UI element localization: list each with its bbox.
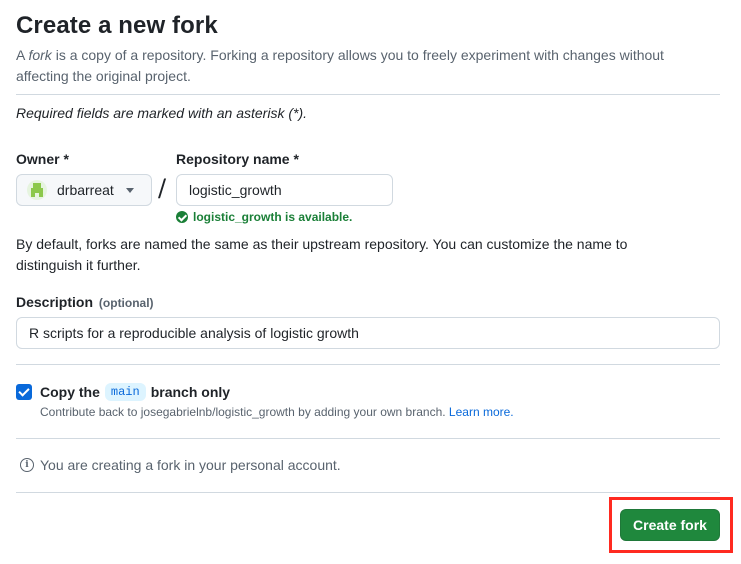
check-circle-icon xyxy=(176,211,188,223)
create-fork-button[interactable]: Create fork xyxy=(620,509,720,541)
divider xyxy=(16,94,720,95)
caret-down-icon xyxy=(125,187,134,193)
required-fields-note: Required fields are marked with an aster… xyxy=(16,105,308,121)
repository-name-label: Repository name * xyxy=(176,151,299,167)
intro-text-pre: A xyxy=(16,47,29,63)
fork-description: A fork is a copy of a repository. Forkin… xyxy=(16,45,716,87)
copy-branch-subtext-body: Contribute back to josegabrielnb/logisti… xyxy=(40,405,446,419)
branch-name-badge: main xyxy=(104,383,146,401)
info-icon: i xyxy=(20,458,34,472)
owner-repo-separator: / xyxy=(158,174,167,202)
learn-more-link[interactable]: Learn more. xyxy=(449,405,514,419)
description-label-text: Description xyxy=(16,294,94,310)
owner-name: drbarreat xyxy=(57,182,114,198)
copy-main-branch-checkbox[interactable] xyxy=(16,384,32,400)
repository-name-input[interactable] xyxy=(176,174,393,206)
description-input[interactable] xyxy=(16,317,720,349)
optional-tag: (optional) xyxy=(98,296,154,310)
copy-label-pre: Copy the xyxy=(40,384,100,400)
info-text: You are creating a fork in your personal… xyxy=(40,457,341,473)
availability-status: logistic_growth is available. xyxy=(176,210,352,224)
divider xyxy=(16,492,720,493)
description-label: Description (optional) xyxy=(16,294,154,310)
copy-label-post: branch only xyxy=(150,384,231,400)
copy-branch-subtext: Contribute back to josegabrielnb/logisti… xyxy=(40,405,514,419)
owner-label: Owner * xyxy=(16,151,69,167)
intro-text-fork: fork xyxy=(28,47,52,63)
avatar xyxy=(27,180,47,200)
copy-branch-label[interactable]: Copy the main branch only xyxy=(40,383,230,401)
intro-text-post: is a copy of a repository. Forking a rep… xyxy=(16,47,664,84)
personal-account-info: i You are creating a fork in your person… xyxy=(20,457,341,473)
owner-select-button[interactable]: drbarreat xyxy=(16,174,152,206)
availability-text: logistic_growth is available. xyxy=(193,210,353,224)
divider xyxy=(16,438,720,439)
divider xyxy=(16,364,720,365)
fork-name-help-text: By default, forks are named the same as … xyxy=(16,236,628,273)
page-title: Create a new fork xyxy=(16,12,218,39)
